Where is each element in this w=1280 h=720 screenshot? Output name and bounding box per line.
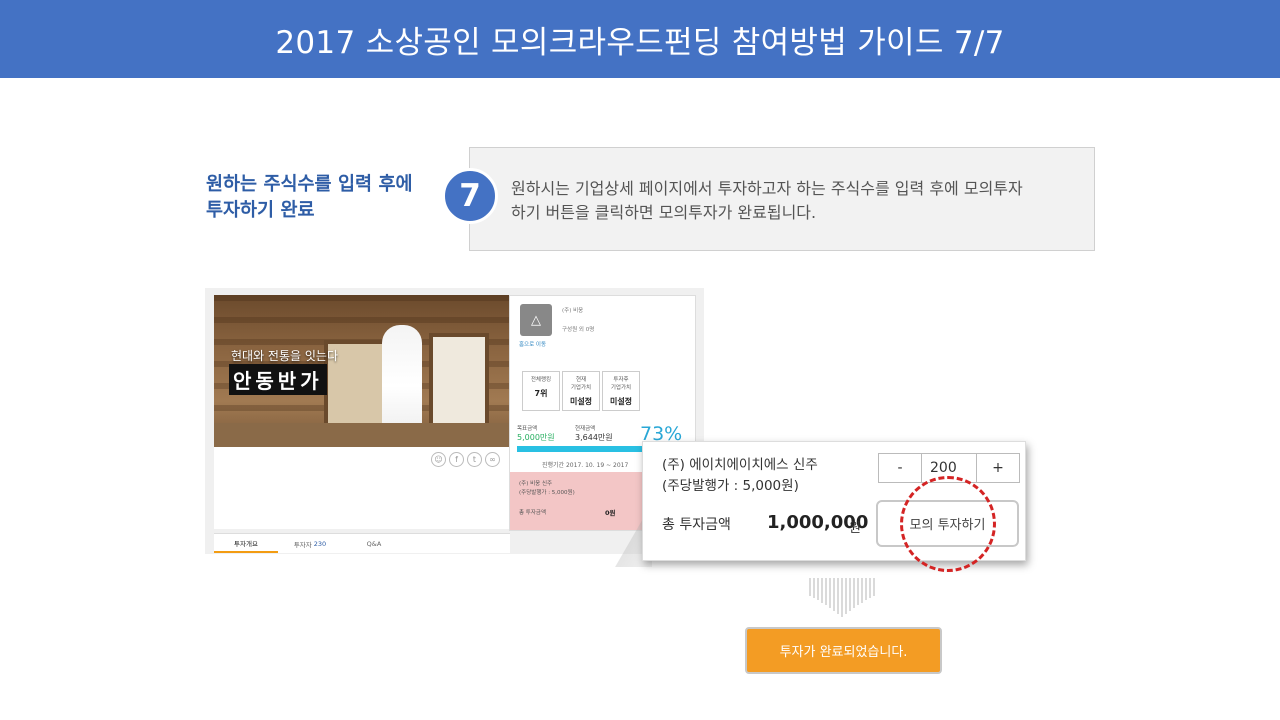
facebook-icon[interactable]: f [449, 452, 464, 467]
hero-image: 현대와 전통을 잇는다 안동반가 [214, 295, 510, 447]
page-title: 2017 소상공인 모의크라우드펀딩 참여방법 가이드 7/7 [275, 24, 1005, 61]
current-amount: 현재금액 3,644만원 [575, 426, 613, 442]
company-logo: △ [520, 304, 552, 336]
stats-row: 전체랭킹 7위 현재 기업가치 미설정 투자후 기업가치 미설정 [522, 371, 640, 411]
company-members: 구성원 외 0명 [562, 327, 595, 333]
tab-qna[interactable]: Q&A [342, 534, 406, 553]
zoom-stock-name: (주) 에이치에이치에스 신주 [662, 457, 818, 473]
step-heading: 원하는 주식수를 입력 후에 투자하기 완료 [206, 172, 446, 224]
hero-footer: ☺ f t ∞ [214, 447, 510, 529]
arrow-down-icon [809, 578, 875, 617]
tab-investors[interactable]: 투자자 230 [278, 534, 342, 553]
stat-current-value: 현재 기업가치 미설정 [562, 371, 600, 411]
step-number-badge: 7 [442, 168, 498, 224]
stat-post-value: 투자후 기업가치 미설정 [602, 371, 640, 411]
user-icon[interactable]: ☺ [431, 452, 446, 467]
zoom-stock-info: (주) 에이치에이치에스 신주 (주당발행가 : 5,000원) [662, 455, 818, 497]
stock-info: (주) 비웅 신주 (주당발행가 : 5,000원) [519, 481, 575, 496]
order-total-label: 총 투자금액 [519, 510, 547, 516]
page-header: 2017 소상공인 모의크라우드펀딩 참여방법 가이드 7/7 [0, 0, 1280, 78]
stat-rank: 전체랭킹 7위 [522, 371, 560, 411]
detail-tabs: 투자개요 투자자 230 Q&A [214, 533, 510, 553]
link-icon[interactable]: ∞ [485, 452, 500, 467]
home-link[interactable]: 홈으로 이동 [519, 340, 546, 348]
zoom-total-label: 총 투자금액 [662, 517, 731, 533]
step-heading-line2: 투자하기 완료 [206, 200, 315, 221]
investor-count: 230 [313, 539, 327, 548]
twitter-icon[interactable]: t [467, 452, 482, 467]
hero-subtitle: 현대와 전통을 잇는다 [231, 349, 338, 363]
share-icons: ☺ f t ∞ [431, 452, 500, 467]
step-description-line2: 하기 버튼을 클릭하면 모의투자가 완료됩니다. [511, 203, 817, 222]
zoom-total-unit: 원 [849, 521, 861, 536]
target-amount: 목표금액 5,000만원 [517, 426, 555, 442]
funding-progress-fill [517, 446, 644, 452]
order-total-value: 0원 [605, 509, 616, 517]
funding-period: 진행기간 2017. 10. 19 ~ 2017 [542, 462, 629, 469]
company-name: (주) 비웅 [562, 308, 584, 314]
increment-button[interactable]: + [977, 454, 1019, 482]
zoom-stock-price: (주당발행가 : 5,000원) [662, 478, 799, 494]
tab-overview[interactable]: 투자개요 [214, 534, 278, 553]
project-detail-screenshot: 현대와 전통을 잇는다 안동반가 ☺ f t ∞ 투자개요 투자자 230 Q&A… [205, 288, 704, 554]
step-heading-line1: 원하는 주식수를 입력 후에 [206, 174, 413, 195]
investment-complete-button[interactable]: 투자가 완료되었습니다. [745, 627, 942, 674]
highlight-circle [900, 476, 996, 572]
step-description: 원하시는 기업상세 페이지에서 투자하고자 하는 주식수를 입력 후에 모의투자… [511, 177, 1091, 225]
step-description-line1: 원하시는 기업상세 페이지에서 투자하고자 하는 주식수를 입력 후에 모의투자 [511, 179, 1023, 198]
decrement-button[interactable]: - [879, 454, 921, 482]
hero-title: 안동반가 [229, 364, 327, 395]
